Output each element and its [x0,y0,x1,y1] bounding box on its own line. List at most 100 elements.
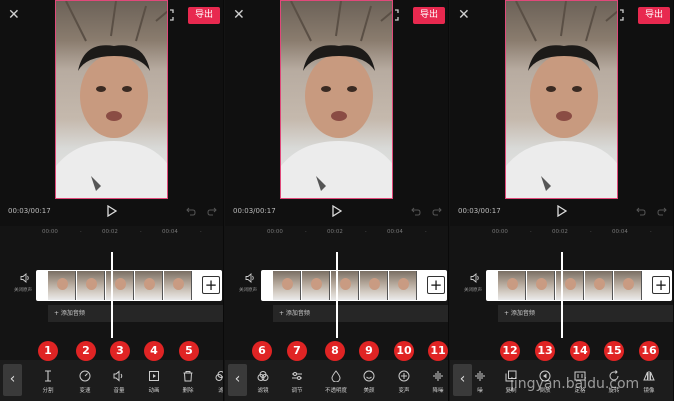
ruler-tick: 00:00 [267,229,283,235]
tool-delete[interactable]: 删除 [172,370,204,394]
clip-thumbnail [77,271,105,300]
tool-opacity[interactable]: 不透明度 [320,370,352,394]
step-badge: 8 [325,341,345,361]
undo-icon[interactable] [411,206,421,216]
step-badge: 11 [428,341,448,361]
timeline-ruler: 00:00 · 00:02 · 00:04 · [42,229,202,235]
voice-change-icon [398,370,410,382]
ruler-tick: 00:02 [102,229,118,235]
video-clip[interactable] [36,270,222,301]
close-icon[interactable]: ✕ [458,8,472,22]
speed-icon [79,370,91,382]
speaker-icon[interactable] [20,273,30,283]
editor-panel-2: ✕ 导出 00:03/00:17 00:00 · 00:02 · 00:04 ·… [225,0,449,401]
step-badge: 16 [639,341,659,361]
mute-original-label: 关闭原声 [14,288,32,293]
undo-icon[interactable] [186,206,196,216]
opacity-icon [331,370,341,382]
noise-reduction-icon [433,371,443,381]
tool-animation[interactable]: 动画 [138,370,170,394]
add-clip-button[interactable]: + [202,276,220,294]
clip-thumbnail [48,271,76,300]
clip-thumbnail [273,271,301,300]
step-badge: 6 [252,341,272,361]
step-badge: 4 [144,341,164,361]
clip-thumbnail [527,271,555,300]
back-chevron-icon[interactable]: ‹ [3,364,22,396]
editor-panel-3: ✕ 导出 00:03/00:17 00:00 · 00:02 · 00:04 ·… [450,0,674,401]
clip-thumbnail [389,271,417,300]
add-clip-button[interactable]: + [427,276,445,294]
playback-time: 00:03/00:17 [8,207,51,215]
playhead[interactable] [111,252,113,338]
redo-icon[interactable] [432,206,442,216]
tool-volume[interactable]: 音量 [103,370,135,394]
ruler-tick: 00:00 [42,229,58,235]
close-icon[interactable]: ✕ [8,8,22,22]
clip-thumbnail [498,271,526,300]
clip-thumbnail [585,271,613,300]
step-badge: 5 [179,341,199,361]
add-audio-button[interactable]: + 添加音频 [48,305,223,322]
step-badge: 14 [570,341,590,361]
ruler-tick: 00:02 [327,229,343,235]
step-badge: 13 [535,341,555,361]
play-icon[interactable] [332,205,342,217]
split-icon [45,370,51,382]
playhead[interactable] [561,252,563,338]
play-icon[interactable] [557,205,567,217]
clip-thumbnail [302,271,330,300]
video-preview [55,0,168,199]
tool-noise-reduction[interactable]: 降噪 [422,370,448,394]
ruler-tick: 00:04 [162,229,178,235]
timeline-ruler: 00:00 · 00:02 · 00:04 · [267,229,427,235]
tool-split[interactable]: 分割 [32,370,64,394]
close-icon[interactable]: ✕ [233,8,247,22]
watermark: jingyan.baidu.com [510,376,640,392]
video-clip[interactable] [486,270,672,301]
mirror-icon [643,371,655,381]
mute-original-label: 关闭原声 [239,288,257,293]
add-clip-button[interactable]: + [652,276,670,294]
video-preview [280,0,393,199]
speaker-icon[interactable] [470,273,480,283]
tool-beauty[interactable]: 美颜 [353,370,385,394]
export-button[interactable]: 导出 [188,7,220,24]
redo-icon[interactable] [207,206,217,216]
video-preview [505,0,618,199]
clip-thumbnail [164,271,192,300]
add-audio-button[interactable]: + 添加音频 [498,305,673,322]
step-badge: 3 [110,341,130,361]
step-badge: 7 [287,341,307,361]
speaker-icon[interactable] [245,273,255,283]
tool-voice-change[interactable]: 变声 [388,370,420,394]
redo-icon[interactable] [657,206,667,216]
editor-panel-1: ✕ 导出 00:03/00:17 00:00 · 00:02 · 00:04 ·… [0,0,224,401]
back-chevron-icon[interactable]: ‹ [228,364,247,396]
ruler-tick: 00:00 [492,229,508,235]
playback-time: 00:03/00:17 [233,207,276,215]
add-audio-button[interactable]: + 添加音频 [273,305,448,322]
export-button[interactable]: 导出 [413,7,445,24]
ruler-tick: 00:02 [552,229,568,235]
playback-time: 00:03/00:17 [458,207,501,215]
filter-icon [257,371,269,381]
ruler-tick: 00:04 [612,229,628,235]
tool-filter-partial[interactable]: 滤 [205,370,223,394]
export-button[interactable]: 导出 [638,7,670,24]
clip-thumbnail [135,271,163,300]
volume-icon [113,370,123,382]
delete-icon [183,371,193,382]
tool-filter[interactable]: 滤镜 [247,370,279,394]
video-clip[interactable] [261,270,447,301]
tool-noise-reduction-partial[interactable]: 噪 [464,370,496,394]
undo-icon[interactable] [636,206,646,216]
clip-thumbnail [360,271,388,300]
play-icon[interactable] [107,205,117,217]
tool-speed[interactable]: 变速 [69,370,101,394]
filter-icon [215,371,223,381]
animation-icon [149,371,159,381]
playhead[interactable] [336,252,338,338]
step-badge: 2 [76,341,96,361]
tool-adjust[interactable]: 调节 [281,370,313,394]
